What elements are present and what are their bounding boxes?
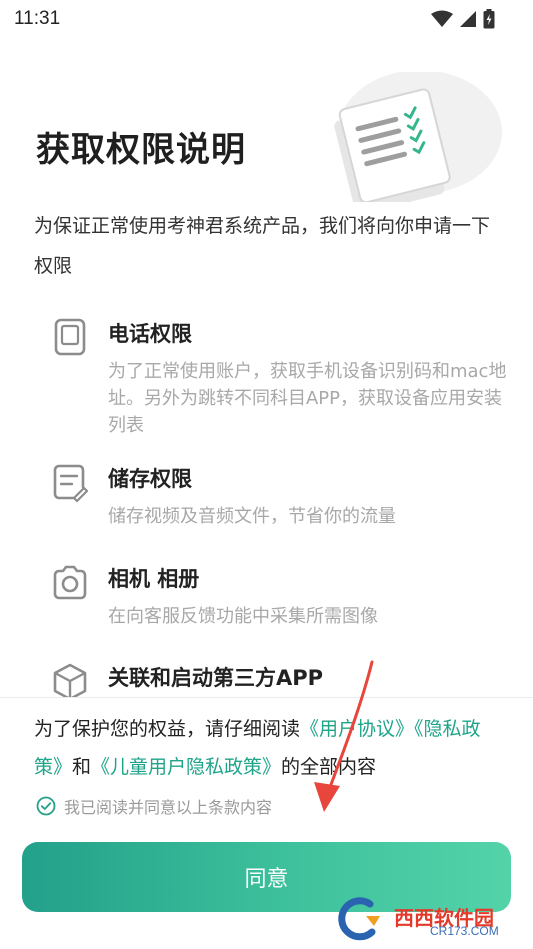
agree-checkbox-label: 我已阅读并同意以上条款内容 <box>64 798 273 817</box>
permission-title: 相机 相册 <box>108 567 200 591</box>
document-illustration <box>334 72 502 202</box>
phone-icon <box>54 318 86 356</box>
permission-title: 储存权限 <box>108 467 192 491</box>
status-time: 11:31 <box>14 8 61 29</box>
check-circle-icon[interactable] <box>36 796 56 816</box>
status-bar: 11:31 <box>0 0 533 36</box>
storage-icon <box>53 464 89 503</box>
permission-title: 电话权限 <box>108 322 192 346</box>
consent-notice: 为了保护您的权益，请仔细阅读《用户协议》《隐私政策》和《儿童用户隐私政策》的全部… <box>34 710 504 786</box>
watermark-emblem-icon <box>338 897 380 941</box>
notice-conjunction: 和 <box>72 756 92 778</box>
camera-icon <box>53 565 87 600</box>
agree-checkbox[interactable]: 我已阅读并同意以上条款内容 <box>36 794 272 818</box>
intro-text: 为保证正常使用考神君系统产品，我们将向你申请一下权限 <box>34 215 491 277</box>
watermark-domain: CR173.COM <box>430 924 499 938</box>
wifi-icon <box>431 10 453 27</box>
child-privacy-link[interactable]: 《儿童用户隐私政策》 <box>91 756 281 778</box>
annotation-arrow <box>314 660 374 812</box>
signal-icon <box>460 11 476 27</box>
permission-desc: 储存视频及音频文件，节省你的流量 <box>108 506 396 527</box>
battery-icon <box>483 9 495 29</box>
permission-desc: 在向客服反馈功能中采集所需图像 <box>108 606 378 627</box>
cube-icon <box>53 663 87 701</box>
notice-prefix: 为了保护您的权益，请仔细阅读 <box>34 718 301 740</box>
permission-title: 关联和启动第三方APP <box>108 666 324 690</box>
page-title: 获取权限说明 <box>36 130 246 170</box>
permission-desc: 为了正常使用账户，获取手机设备识别码和mac地址。另外为跳转不同科目APP，获取… <box>108 361 507 436</box>
status-icons <box>431 9 495 29</box>
watermark-logo: 西西软件园 CR173.COM <box>332 896 516 942</box>
